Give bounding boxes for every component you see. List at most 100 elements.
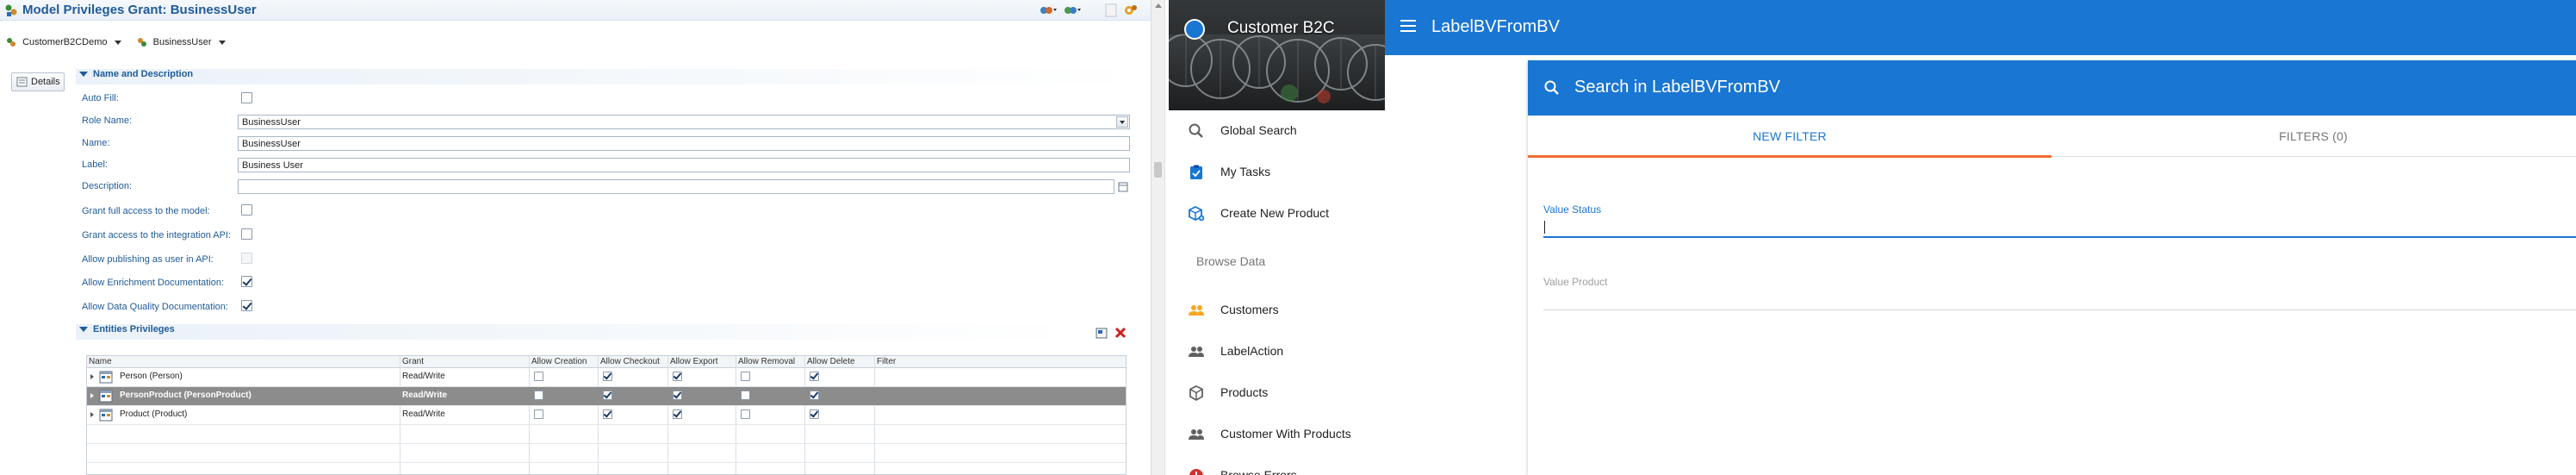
name-field[interactable]: BusinessUser: [238, 136, 1130, 151]
allow-dq-checkbox[interactable]: [241, 300, 252, 311]
column-header-grant[interactable]: Grant: [402, 357, 424, 366]
export-grid-icon[interactable]: [1096, 328, 1108, 339]
label-field[interactable]: Business User: [238, 158, 1130, 172]
context-model[interactable]: CustomerB2CDemo: [22, 37, 107, 47]
nav-item-customer-with-products[interactable]: Customer With Products: [1169, 414, 1385, 455]
allow-removal-checkbox[interactable]: [741, 372, 750, 381]
column-header-allow-removal[interactable]: Allow Removal: [738, 357, 795, 366]
entities-privileges-table: Name Grant Allow Creation Allow Checkout…: [86, 355, 1127, 475]
column-header-filter[interactable]: Filter: [877, 357, 896, 366]
text-cursor: [1544, 221, 1545, 234]
group-icon[interactable]: [1039, 3, 1058, 17]
nav-item-labelaction[interactable]: LabelAction: [1169, 331, 1385, 372]
allow-enrichment-checkbox[interactable]: [241, 276, 252, 287]
context-role[interactable]: BusinessUser: [153, 37, 212, 47]
menu-icon[interactable]: [1400, 20, 1416, 32]
table-row[interactable]: Product (Product) Read/Write: [87, 406, 1126, 425]
grant-full-access-label: Grant full access to the model:: [82, 206, 210, 216]
column-header-allow-export[interactable]: Allow Export: [670, 357, 718, 366]
filter-tabs: NEW FILTER FILTERS (0): [1528, 116, 2576, 158]
search-panel: LabelBVFromBV Search in LabelBVFromBV NE…: [1385, 0, 2576, 475]
drawer-brand: Customer B2C: [1227, 19, 1335, 37]
tasks-icon: [1190, 165, 1202, 179]
column-header-allow-checkout[interactable]: Allow Checkout: [600, 357, 660, 366]
brand-logo-icon: [1184, 19, 1205, 40]
scroll-thumb[interactable]: [1154, 162, 1162, 178]
allow-publishing-checkbox[interactable]: [241, 253, 252, 264]
column-header-allow-delete[interactable]: Allow Delete: [807, 357, 855, 366]
details-icon: [16, 77, 28, 87]
details-button[interactable]: Details: [11, 72, 65, 91]
table-row[interactable]: Person (Person) Read/Write: [87, 368, 1126, 387]
app-bar: LabelBVFromBV: [1385, 0, 2576, 55]
nav-item-browse-errors[interactable]: Browse Errors: [1169, 455, 1385, 475]
settings-icon[interactable]: [1123, 3, 1139, 17]
details-label: Details: [31, 77, 60, 87]
entity-grant[interactable]: Read/Write: [402, 372, 445, 381]
section-name-description[interactable]: Name and Description: [76, 69, 1144, 84]
allow-checkout-checkbox[interactable]: [603, 409, 612, 419]
table-row-empty: [87, 444, 1126, 463]
allow-removal-checkbox[interactable]: [741, 391, 750, 400]
table-row-empty: [87, 425, 1126, 444]
nav-item-products[interactable]: Products: [1169, 372, 1385, 414]
allow-removal-checkbox[interactable]: [741, 409, 750, 419]
link-icon[interactable]: [1063, 3, 1082, 17]
calendar-icon[interactable]: [1118, 181, 1128, 192]
allow-delete-checkbox[interactable]: [810, 391, 819, 400]
chevron-down-icon[interactable]: [114, 40, 121, 45]
role-icon: [137, 38, 146, 47]
active-tab-indicator: [1528, 155, 2051, 158]
column-header-name[interactable]: Name: [89, 357, 112, 366]
allow-delete-checkbox[interactable]: [810, 372, 819, 381]
nav-item-my-tasks[interactable]: My Tasks: [1169, 152, 1385, 193]
nav-item-global-search[interactable]: Global Search: [1169, 110, 1385, 152]
label-label: Label:: [82, 159, 108, 170]
entity-name: Product (Product): [120, 409, 188, 419]
tab-new-filter[interactable]: NEW FILTER: [1528, 116, 2051, 158]
nav-item-label: Browse Errors: [1220, 468, 1297, 475]
section-entities-privileges[interactable]: Entities Privileges: [76, 324, 1075, 340]
description-field[interactable]: [238, 179, 1114, 194]
page-icon[interactable]: [1104, 3, 1118, 17]
role-name-select[interactable]: BusinessUser: [238, 115, 1130, 129]
delete-icon[interactable]: [1114, 327, 1127, 339]
allow-checkout-checkbox[interactable]: [603, 391, 612, 400]
create-product-icon: [1189, 205, 1205, 222]
chevron-down-icon[interactable]: [218, 40, 226, 45]
table-row[interactable]: PersonProduct (PersonProduct) Read/Write: [87, 387, 1126, 406]
allow-export-checkbox[interactable]: [673, 391, 682, 400]
grant-full-access-checkbox[interactable]: [241, 204, 252, 216]
error-icon: [1189, 469, 1203, 475]
customers-icon: [1189, 305, 1204, 316]
value-product-field[interactable]: Value Product: [1543, 274, 2576, 310]
scroll-up-icon[interactable]: [1155, 3, 1162, 8]
entity-grant[interactable]: Read/Write: [402, 391, 447, 400]
collapse-triangle-icon[interactable]: [79, 326, 88, 332]
column-header-allow-creation[interactable]: Allow Creation: [531, 357, 587, 366]
allow-export-checkbox[interactable]: [673, 409, 682, 419]
collapse-triangle-icon[interactable]: [79, 71, 88, 77]
expand-arrow-icon[interactable]: [90, 412, 94, 417]
allow-creation-checkbox[interactable]: [534, 409, 543, 419]
nav-item-customers[interactable]: Customers: [1169, 290, 1385, 331]
allow-creation-checkbox[interactable]: [534, 391, 543, 400]
allow-checkout-checkbox[interactable]: [603, 372, 612, 381]
allow-creation-checkbox[interactable]: [534, 372, 543, 381]
role-name-dropdown[interactable]: [1116, 116, 1128, 128]
tab-filters[interactable]: FILTERS (0): [2051, 116, 2575, 157]
grant-integration-checkbox[interactable]: [241, 228, 252, 240]
auto-fill-checkbox[interactable]: [241, 92, 252, 103]
allow-delete-checkbox[interactable]: [810, 409, 819, 419]
allow-export-checkbox[interactable]: [673, 372, 682, 381]
search-icon: [1544, 80, 1559, 95]
bicycles-photo: [1169, 0, 1385, 110]
nav-item-create-new-product[interactable]: Create New Product: [1169, 193, 1385, 234]
nav-item-label: Customers: [1220, 303, 1279, 316]
expand-arrow-icon[interactable]: [90, 374, 94, 379]
entity-grant[interactable]: Read/Write: [402, 409, 445, 419]
expand-arrow-icon[interactable]: [90, 393, 94, 398]
vertical-scrollbar[interactable]: [1151, 0, 1164, 475]
entity-icon: [99, 390, 113, 403]
value-status-field[interactable]: Value Status: [1543, 202, 2576, 238]
